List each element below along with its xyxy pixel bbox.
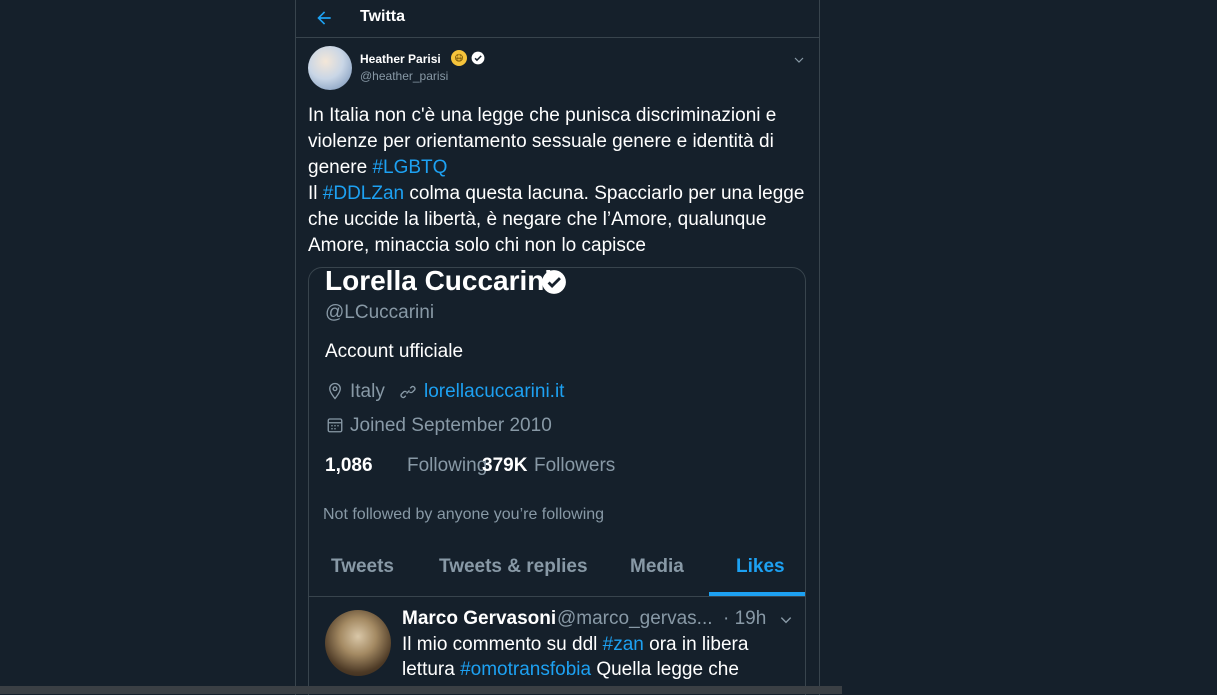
profile-website-link[interactable]: lorellacuccarini.it — [424, 381, 564, 403]
profile-tabs: Tweets Tweets & replies Media Likes — [309, 540, 805, 597]
profile-location: Italy — [350, 381, 385, 402]
location-pin-icon — [329, 382, 341, 400]
tweet-detail-column: Twitta Heather Parisi 😷 @heather_parisi … — [295, 0, 820, 695]
chevron-down-icon[interactable] — [779, 613, 793, 627]
followers-label[interactable]: Followers — [534, 455, 615, 477]
tab-tweets[interactable]: Tweets — [331, 556, 394, 578]
author-name[interactable]: Heather Parisi — [360, 52, 441, 66]
liked-tweet-text: Il mio commento su ddl #zan ora in liber… — [402, 632, 792, 682]
profile-name: Lorella Cuccarini — [325, 267, 553, 296]
author-handle[interactable]: @heather_parisi — [360, 69, 448, 83]
tweet-text-part: Il — [308, 183, 323, 204]
hashtag-link[interactable]: #omotransfobia — [460, 659, 591, 680]
liked-tweet-timestamp[interactable]: · 19h — [723, 608, 766, 630]
back-arrow-icon[interactable] — [314, 8, 334, 28]
horizontal-scrollbar[interactable] — [0, 686, 842, 694]
liked-tweet-author-name[interactable]: Marco Gervasoni — [402, 608, 556, 630]
embedded-profile-card[interactable]: Lorella Cuccarini @LCuccarini Account uf… — [308, 267, 806, 695]
followed-by-note: Not followed by anyone you’re following — [323, 506, 605, 523]
avatar[interactable] — [308, 46, 352, 90]
profile-bio: Account ufficiale — [325, 341, 464, 362]
profile-joined-date: Joined September 2010 — [350, 415, 552, 436]
tab-media[interactable]: Media — [630, 556, 684, 578]
following-count[interactable]: 1,086 — [325, 455, 373, 477]
verified-badge-icon — [542, 270, 566, 294]
chevron-down-icon[interactable] — [793, 54, 805, 66]
tweet-text-part: Il mio commento su ddl — [402, 634, 603, 655]
following-label[interactable]: Following — [407, 455, 487, 477]
tab-tweets-replies[interactable]: Tweets & replies — [439, 556, 588, 578]
verified-badge-icon — [471, 51, 485, 65]
avatar[interactable] — [325, 610, 391, 676]
page-title: Twitta — [360, 8, 406, 25]
hashtag-link[interactable]: #DDLZan — [323, 183, 404, 204]
profile-handle: @LCuccarini — [325, 302, 435, 323]
tweet-text: In Italia non c'è una legge che punisca … — [308, 103, 808, 259]
tab-likes[interactable]: Likes — [736, 556, 785, 578]
liked-tweet-author-handle[interactable]: @marco_gervas... — [557, 608, 713, 630]
tweet-author: Heather Parisi 😷 @heather_parisi — [296, 38, 819, 94]
hashtag-link[interactable]: #LGBTQ — [372, 157, 447, 178]
followers-count[interactable]: 379K — [482, 455, 527, 477]
mask-emoji-icon: 😷 — [451, 50, 467, 66]
link-icon — [400, 385, 416, 399]
hashtag-link[interactable]: #zan — [603, 634, 644, 655]
active-tab-indicator — [709, 592, 805, 596]
calendar-icon — [327, 418, 343, 433]
page-header: Twitta — [296, 0, 819, 38]
tweet-text-part: Quella legge che — [591, 659, 739, 680]
